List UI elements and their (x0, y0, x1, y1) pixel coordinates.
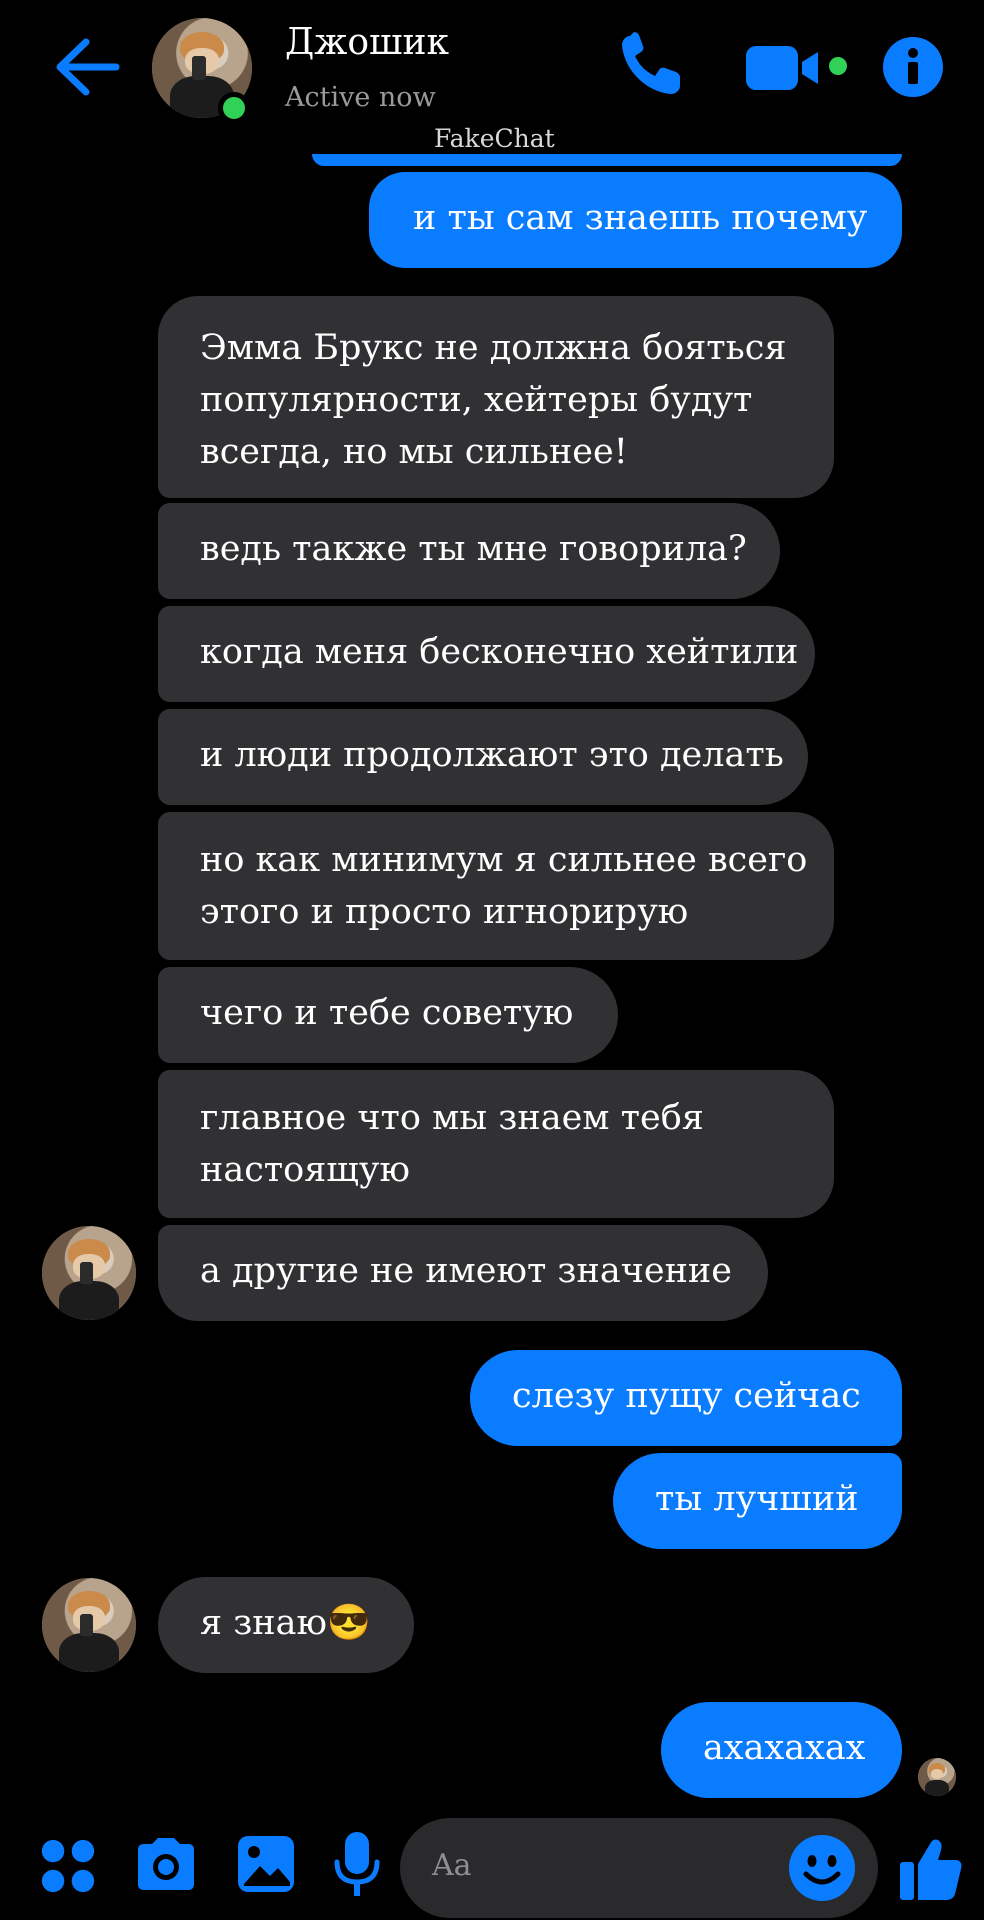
message-text: но как минимум я сильнее всего этого и п… (200, 840, 808, 932)
message-text: Эмма Брукс не должна бояться популярност… (200, 328, 787, 472)
video-camera-icon[interactable] (744, 40, 854, 96)
message-bubble-outgoing[interactable]: и ты сам знаешь почему (369, 172, 902, 268)
message-text: ты лучший (655, 1479, 859, 1519)
microphone-icon[interactable] (334, 1830, 380, 1900)
message-bubble-outgoing[interactable]: ахахахах (661, 1702, 902, 1798)
watermark-label: FakeChat (434, 124, 555, 153)
message-bubble-incoming[interactable]: чего и тебе советую (158, 967, 618, 1063)
four-dots-icon[interactable] (40, 1838, 96, 1894)
phone-icon[interactable] (616, 30, 686, 100)
message-bubble-incoming[interactable]: Эмма Брукс не должна бояться популярност… (158, 296, 834, 498)
message-text: и ты сам знаешь почему (413, 198, 868, 238)
back-arrow-icon[interactable] (52, 36, 122, 98)
message-bubble-incoming[interactable]: главное что мы знаем тебя настоящую (158, 1070, 834, 1218)
message-text: когда меня бесконечно хейтили (200, 632, 799, 672)
seen-receipt-avatar (918, 1758, 956, 1796)
message-text: ведь также ты мне говорила? (200, 529, 747, 569)
sender-avatar[interactable] (42, 1226, 136, 1320)
smiley-icon[interactable] (788, 1834, 856, 1902)
message-text: слезу пущу сейчас (512, 1376, 861, 1416)
message-bubble-incoming[interactable]: я знаю😎 (158, 1577, 414, 1673)
message-text: я знаю😎 (200, 1603, 371, 1643)
message-bubble-outgoing[interactable]: слезу пущу сейчас (470, 1350, 902, 1446)
camera-icon[interactable] (134, 1836, 198, 1892)
message-text: чего и тебе советую (200, 993, 574, 1033)
previous-message-bubble-edge (312, 154, 902, 166)
message-text: а другие не имеют значение (200, 1251, 732, 1291)
message-text: ахахахах (703, 1728, 866, 1768)
message-bubble-outgoing[interactable]: ты лучший (613, 1453, 902, 1549)
contact-name[interactable]: Джошик (285, 22, 449, 63)
message-bubble-incoming[interactable]: ведь также ты мне говорила? (158, 503, 780, 599)
info-icon[interactable] (882, 36, 944, 98)
online-status-indicator (218, 92, 250, 124)
message-bubble-incoming[interactable]: но как минимум я сильнее всего этого и п… (158, 812, 834, 960)
message-bubble-incoming[interactable]: когда меня бесконечно хейтили (158, 606, 815, 702)
message-bubble-incoming[interactable]: а другие не имеют значение (158, 1225, 768, 1321)
sender-avatar[interactable] (42, 1578, 136, 1672)
contact-status: Active now (285, 82, 436, 113)
message-input-placeholder: Aa (432, 1848, 472, 1883)
message-text: и люди продолжают это делать (200, 735, 784, 775)
message-text: главное что мы знаем тебя настоящую (200, 1098, 704, 1190)
thumbs-up-icon[interactable] (898, 1836, 964, 1902)
message-bubble-incoming[interactable]: и люди продолжают это делать (158, 709, 808, 805)
image-icon[interactable] (236, 1834, 296, 1894)
